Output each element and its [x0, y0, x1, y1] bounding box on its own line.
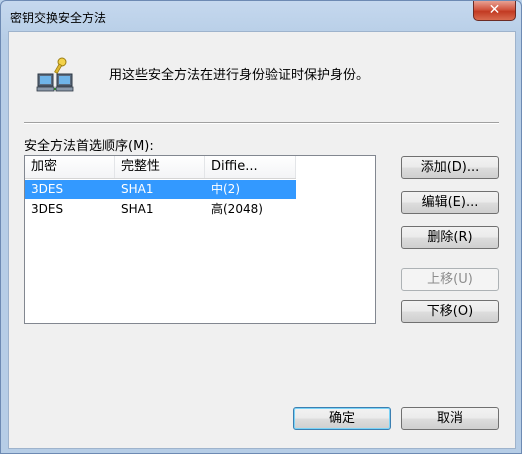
column-header-diffie[interactable]: Diffie...	[205, 156, 296, 178]
move-up-button[interactable]: 上移(U)	[401, 268, 499, 291]
cell-encryption: 3DES	[31, 182, 64, 196]
header-description: 用这些安全方法在进行身份验证时保护身份。	[109, 68, 370, 83]
cell-integrity: SHA1	[121, 182, 154, 196]
list-header: 加密 完整性 Diffie...	[25, 156, 296, 179]
title-bar[interactable]: 密钥交换安全方法 ✕	[1, 1, 521, 31]
separator	[24, 122, 499, 124]
cell-diffie: 高(2048)	[211, 202, 263, 216]
list-row[interactable]: 3DES SHA1 高(2048)	[25, 200, 296, 219]
close-icon: ✕	[488, 2, 501, 18]
cell-integrity: SHA1	[121, 202, 154, 216]
column-header-encryption[interactable]: 加密	[25, 156, 115, 178]
list-row[interactable]: 3DES SHA1 中(2)	[25, 180, 296, 199]
cancel-button[interactable]: 取消	[401, 407, 499, 430]
move-down-button[interactable]: 下移(O)	[401, 300, 499, 323]
add-button[interactable]: 添加(D)...	[401, 156, 499, 179]
window-title: 密钥交换安全方法	[10, 11, 107, 25]
edit-button[interactable]: 编辑(E)...	[401, 191, 499, 214]
remove-button[interactable]: 删除(R)	[401, 226, 499, 249]
cell-diffie: 中(2)	[211, 182, 240, 196]
list-label: 安全方法首选顺序(M):	[24, 139, 154, 154]
dialog-window: 密钥交换安全方法 ✕ 用这些安全方法在进行身份验证时保护身份。 安全方法首选顺序…	[0, 0, 522, 454]
dialog-body: 用这些安全方法在进行身份验证时保护身份。 安全方法首选顺序(M): 加密 完整性…	[8, 31, 516, 449]
network-computers-key-icon	[36, 57, 74, 92]
ok-button[interactable]: 确定	[293, 407, 391, 430]
column-header-integrity[interactable]: 完整性	[115, 156, 205, 178]
cell-encryption: 3DES	[31, 202, 64, 216]
close-button[interactable]: ✕	[473, 1, 516, 21]
security-methods-list[interactable]: 加密 完整性 Diffie... 3DES SHA1 中(2) 3DES SHA…	[24, 155, 376, 324]
